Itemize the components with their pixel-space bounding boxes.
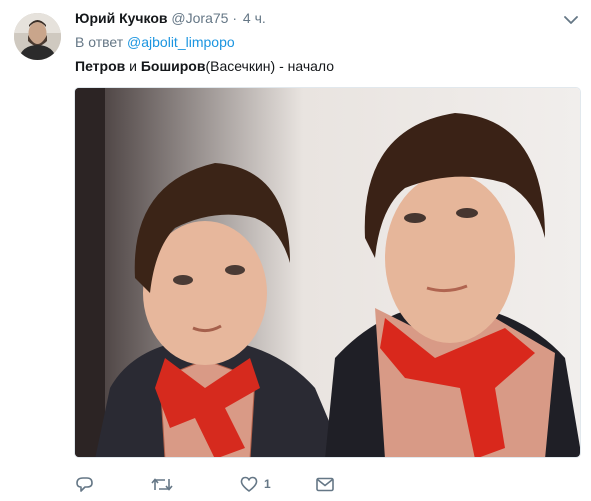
heart-icon: [240, 476, 258, 493]
tweet-text-bold-2: Боширов: [140, 58, 206, 74]
reply-context: В ответ @ajbolit_limpopo: [75, 33, 235, 51]
reply-prefix: В ответ: [75, 34, 124, 50]
retweet-button[interactable]: [151, 474, 173, 494]
tweet-text-plain-2: (Васечкин) - начало: [205, 58, 335, 74]
tweet: Юрий Кучков @Jora75 · 4 ч. В ответ @ajbo…: [0, 0, 591, 501]
tweet-text: Петров и Боширов(Васечкин) - начало: [75, 57, 334, 76]
tweet-photo[interactable]: [74, 87, 581, 458]
author-name[interactable]: Юрий Кучков: [75, 10, 168, 26]
reply-mention-link[interactable]: @ajbolit_limpopo: [127, 34, 235, 50]
like-button[interactable]: 1: [240, 474, 271, 494]
avatar[interactable]: [14, 13, 61, 60]
tweet-header: Юрий Кучков @Jora75 · 4 ч.: [75, 9, 266, 28]
tweet-text-plain-1: и: [125, 58, 141, 74]
reply-icon: [75, 476, 94, 493]
retweet-icon: [151, 476, 173, 493]
envelope-icon: [316, 477, 334, 492]
chevron-down-icon[interactable]: [563, 12, 579, 28]
direct-message-button[interactable]: [316, 474, 334, 494]
tweet-text-bold-1: Петров: [75, 58, 126, 74]
author-handle[interactable]: @Jora75: [171, 10, 228, 26]
tweet-time[interactable]: 4 ч.: [243, 10, 266, 26]
tweet-actions: 1: [75, 474, 375, 494]
like-count: 1: [264, 477, 271, 491]
photo-image: [75, 88, 580, 457]
separator-dot: ·: [232, 10, 238, 26]
avatar-image: [14, 13, 61, 60]
reply-button[interactable]: [75, 474, 94, 494]
